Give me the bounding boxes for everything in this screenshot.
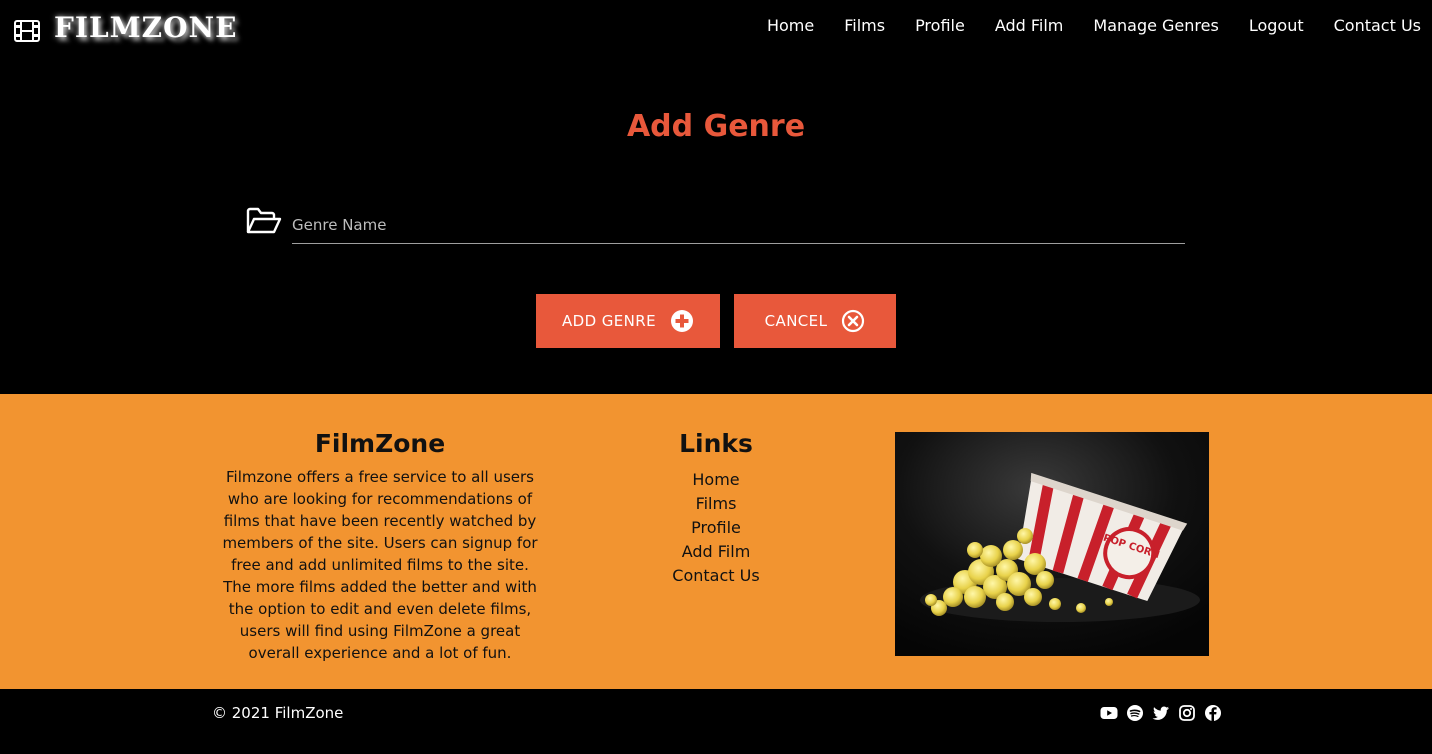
page-title: Add Genre — [626, 109, 806, 144]
footer-links-list: Home Films Profile Add Film Contact Us — [616, 468, 816, 588]
nav-link-add-film[interactable]: Add Film — [995, 16, 1064, 36]
brand-logo[interactable]: FILMZONE — [14, 12, 237, 44]
nav-link-profile[interactable]: Profile — [915, 16, 965, 36]
nav-link-manage-genres[interactable]: Manage Genres — [1093, 16, 1218, 36]
times-circle-icon — [842, 309, 865, 333]
navbar: FILMZONE Home Films Profile Add Film Man… — [0, 0, 1432, 56]
brand-name: FILMZONE — [54, 11, 238, 44]
cancel-button-label: Cancel — [764, 312, 828, 330]
footer-links-title: Links — [679, 429, 753, 458]
nav-link-contact-us[interactable]: Contact Us — [1334, 16, 1421, 36]
footer-about-text: Filmzone offers a free service to all us… — [222, 468, 538, 662]
social-links — [1100, 704, 1222, 722]
film-icon — [14, 19, 40, 42]
genre-name-input[interactable] — [292, 206, 1185, 244]
instagram-icon[interactable] — [1178, 704, 1196, 722]
nav-link-films[interactable]: Films — [844, 16, 885, 36]
facebook-icon[interactable] — [1204, 704, 1222, 722]
folder-open-icon — [246, 207, 282, 234]
nav-link-logout[interactable]: Logout — [1249, 16, 1304, 36]
plus-circle-icon — [670, 310, 693, 332]
footer-link-home[interactable]: Home — [616, 468, 816, 492]
nav-links: Home Films Profile Add Film Manage Genre… — [767, 16, 1421, 36]
footer: FilmZone Filmzone offers a free service … — [0, 394, 1432, 689]
add-genre-button-label: Add Genre — [562, 312, 656, 330]
footer-link-films[interactable]: Films — [616, 492, 816, 516]
add-genre-button[interactable]: Add Genre — [536, 294, 720, 348]
nav-link-home[interactable]: Home — [767, 16, 814, 36]
footer-link-add-film[interactable]: Add Film — [616, 540, 816, 564]
footer-link-profile[interactable]: Profile — [616, 516, 816, 540]
popcorn-image: POP CORN — [895, 432, 1209, 656]
spotify-icon[interactable] — [1126, 704, 1144, 722]
copyright: © 2021 FilmZone — [212, 704, 344, 722]
youtube-icon[interactable] — [1100, 704, 1118, 722]
cancel-button[interactable]: Cancel — [734, 294, 896, 348]
twitter-icon[interactable] — [1152, 704, 1170, 722]
footer-about-title: FilmZone — [314, 429, 446, 458]
footer-link-contact-us[interactable]: Contact Us — [616, 564, 816, 588]
